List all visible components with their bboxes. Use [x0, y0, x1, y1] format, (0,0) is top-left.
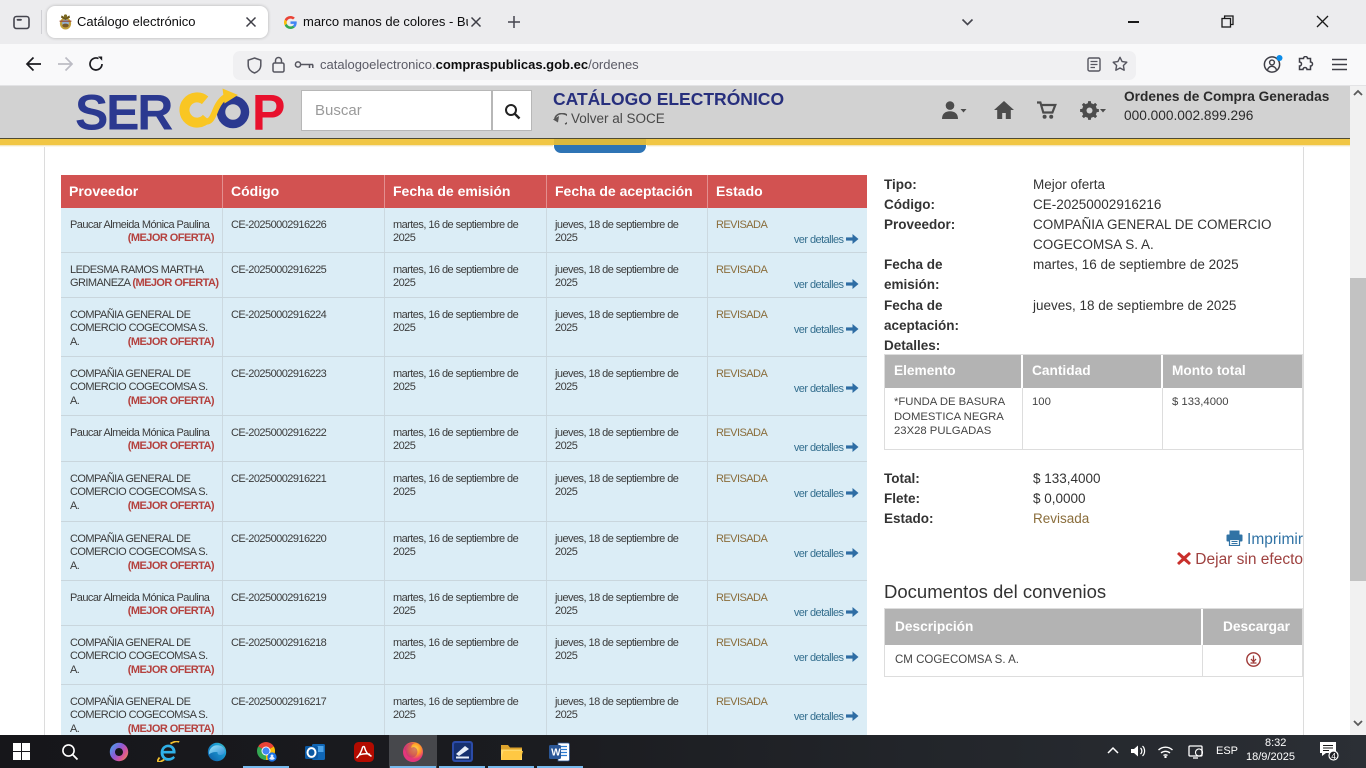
svg-text:P: P	[252, 88, 285, 134]
svg-text:4: 4	[1331, 751, 1336, 761]
svg-text:SER: SER	[75, 88, 173, 134]
svg-text:W: W	[551, 747, 561, 758]
